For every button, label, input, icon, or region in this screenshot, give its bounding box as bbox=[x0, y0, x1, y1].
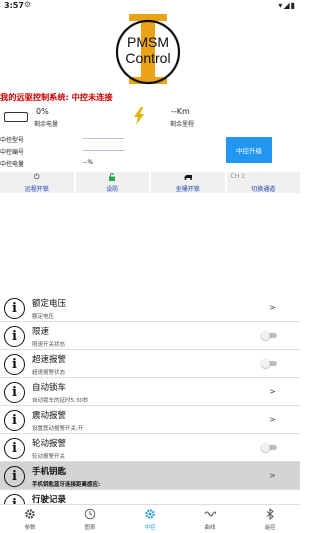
chevron-right-icon[interactable]: > bbox=[269, 415, 276, 424]
switch-channel-button[interactable]: CH 1 切换通道 bbox=[226, 172, 300, 193]
settings-list: i 额定电压 额定电压 > i 限速 限速开关状态 i 超速报警 超速报警状态 … bbox=[0, 294, 300, 504]
chevron-right-icon[interactable]: > bbox=[269, 303, 276, 312]
channel-indicator: CH 1 bbox=[230, 173, 245, 180]
setting-wheel-alarm[interactable]: i 轮动报警 轮动报警开关 bbox=[0, 434, 300, 462]
wheel-alarm-toggle[interactable] bbox=[261, 443, 277, 452]
overspeed-alarm-toggle[interactable] bbox=[261, 359, 277, 368]
battery-value: 0% bbox=[36, 107, 49, 116]
setting-subtitle: 设置震动报警开关:开 bbox=[32, 426, 84, 432]
clock-icon bbox=[60, 508, 120, 520]
lightning-bolt-icon bbox=[134, 107, 144, 125]
setting-subtitle: 限速开关状态 bbox=[32, 342, 66, 348]
setting-title: 自动锁车 bbox=[32, 383, 67, 393]
tab-controller[interactable]: 中控 bbox=[120, 505, 180, 533]
remote-unlock-button[interactable]: ⏻ 远程开锁 bbox=[0, 172, 74, 193]
setting-speed-limit[interactable]: i 限速 限速开关状态 bbox=[0, 322, 300, 350]
info-icon: i bbox=[4, 298, 25, 319]
tab-label: 遥控 bbox=[264, 525, 276, 531]
info-value-battery: --% bbox=[83, 159, 94, 166]
arm-label: 设防 bbox=[106, 186, 119, 193]
wave-icon bbox=[180, 508, 240, 520]
tab-remote[interactable]: 遥控 bbox=[240, 505, 300, 533]
tab-label: 图表 bbox=[84, 525, 96, 531]
arm-button[interactable]: 设防 bbox=[75, 172, 150, 193]
setting-title: 轮动报警 bbox=[32, 439, 67, 449]
switch-channel-label: 切换通道 bbox=[251, 186, 276, 193]
gear-icon bbox=[0, 508, 60, 520]
status-time: 3:57 bbox=[4, 1, 24, 10]
logo-text-line2: Control bbox=[125, 50, 170, 66]
tab-label: 参数 bbox=[24, 525, 36, 531]
info-value-serial: ------------------- bbox=[83, 147, 125, 154]
battery-label: 剩余电量 bbox=[34, 121, 59, 128]
status-gear-icon: ⚙ bbox=[24, 0, 32, 9]
info-icon: i bbox=[4, 382, 25, 403]
info-icon: i bbox=[4, 466, 25, 487]
setting-subtitle: 额定电压 bbox=[32, 314, 55, 320]
range-label: 剩余里程 bbox=[170, 121, 195, 128]
seat-unlock-label: 坐桶开锁 bbox=[175, 186, 200, 193]
tab-label: 中控 bbox=[144, 525, 156, 531]
info-value-model: ------------------- bbox=[83, 135, 125, 142]
setting-subtitle: 手机钥匙蓝牙连接距离感应: bbox=[32, 482, 101, 488]
seat-icon bbox=[151, 173, 225, 182]
chevron-right-icon[interactable]: > bbox=[269, 387, 276, 396]
connection-status: 我的远驱控制系统: 中控未连接 bbox=[0, 92, 113, 102]
range-value: --Km bbox=[171, 107, 190, 116]
tab-label: 曲线 bbox=[204, 525, 216, 531]
setting-title: 限速 bbox=[32, 327, 50, 337]
info-label-model: 中控型号 bbox=[0, 137, 25, 144]
setting-title: 手机钥匙 bbox=[32, 467, 67, 477]
info-icon: i bbox=[4, 326, 25, 347]
setting-phone-key[interactable]: i 手机钥匙 手机钥匙蓝牙连接距离感应: > bbox=[0, 462, 300, 490]
info-label-serial: 中控编号 bbox=[0, 149, 25, 156]
info-icon: i bbox=[4, 410, 25, 431]
setting-vibration-alarm[interactable]: i 震动报警 设置震动报警开关:开 > bbox=[0, 406, 300, 434]
power-icon: ⏻ bbox=[33, 173, 40, 181]
battery-icon bbox=[4, 112, 28, 122]
setting-ride-log[interactable]: i 行驶记录 bbox=[0, 490, 300, 504]
setting-overspeed-alarm[interactable]: i 超速报警 超速报警状态 bbox=[0, 350, 300, 378]
setting-title: 额定电压 bbox=[32, 299, 67, 309]
info-icon: i bbox=[4, 354, 25, 375]
tab-charts[interactable]: 图表 bbox=[60, 505, 120, 533]
bluetooth-icon bbox=[240, 508, 300, 520]
tab-curves[interactable]: 曲线 bbox=[180, 505, 240, 533]
info-icon: i bbox=[4, 438, 25, 459]
status-signal-icons: ▾◢▮ bbox=[278, 1, 296, 10]
logo-text-line1: PMSM bbox=[127, 34, 169, 50]
gear-icon bbox=[120, 508, 180, 520]
setting-title: 超速报警 bbox=[32, 355, 67, 365]
speed-limit-toggle[interactable] bbox=[261, 331, 277, 340]
setting-subtitle: 轮动报警开关 bbox=[32, 454, 66, 460]
bottom-tab-bar: 参数 图表 中控 曲线 遥控 bbox=[0, 504, 300, 533]
setting-auto-lock[interactable]: i 自动锁车 自动锁车的延时5:30秒 > bbox=[0, 378, 300, 406]
lock-open-icon bbox=[76, 173, 150, 183]
setting-subtitle: 自动锁车的延时5:30秒 bbox=[32, 398, 89, 404]
tab-params[interactable]: 参数 bbox=[0, 505, 60, 533]
control-bar: ⏻ 远程开锁 设防 坐桶开锁 CH 1 切换通道 bbox=[0, 172, 300, 193]
seat-unlock-button[interactable]: 坐桶开锁 bbox=[151, 172, 225, 193]
setting-subtitle: 超速报警状态 bbox=[32, 370, 66, 376]
status-bar: 3:57 ⚙ ▾◢▮ bbox=[0, 0, 300, 12]
setting-title: 震动报警 bbox=[32, 411, 67, 421]
remote-unlock-label: 远程开锁 bbox=[24, 186, 49, 193]
chevron-right-icon[interactable]: > bbox=[269, 471, 276, 480]
pmsm-control-logo: PMSM Control bbox=[115, 14, 181, 85]
upgrade-button[interactable]: 中控升级 bbox=[226, 137, 272, 163]
setting-rated-voltage[interactable]: i 额定电压 额定电压 > bbox=[0, 294, 300, 322]
setting-title: 行驶记录 bbox=[32, 495, 67, 504]
info-label-battery: 中控电量 bbox=[0, 161, 25, 168]
info-icon: i bbox=[4, 494, 25, 504]
